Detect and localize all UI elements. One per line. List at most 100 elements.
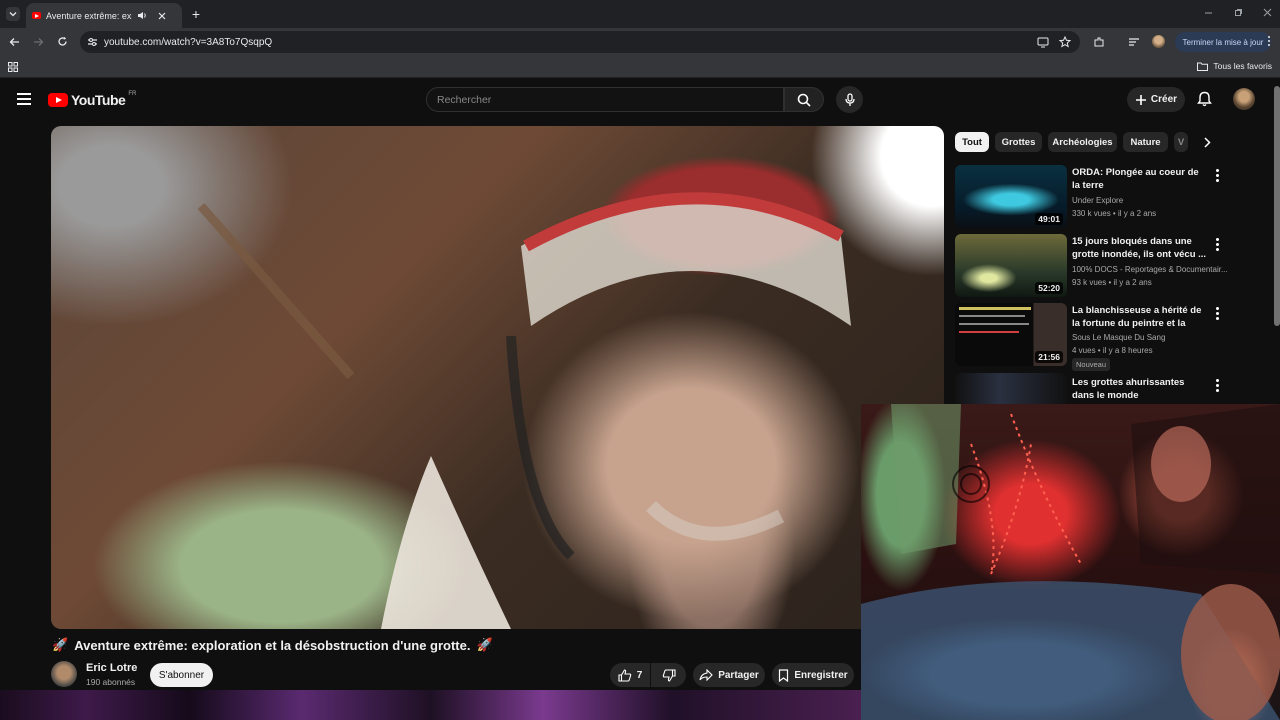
webcam-overlay [861, 404, 1280, 720]
plus-icon [1135, 94, 1146, 105]
recommendation-title[interactable]: La blanchisseuse a hérité de la fortune … [1072, 304, 1207, 330]
all-bookmarks[interactable]: Tous les favoris [1197, 61, 1272, 71]
profile-avatar-icon[interactable] [1152, 35, 1165, 48]
chevron-down-icon [9, 12, 17, 17]
recommendation-title[interactable]: 15 jours bloqués dans une grotte inondée… [1072, 235, 1207, 261]
search-icon [797, 93, 811, 107]
new-badge: Nouveau [1072, 358, 1111, 371]
save-label: Enregistrer [794, 669, 848, 681]
video-duration: 49:01 [1035, 213, 1063, 225]
bookmark-star-icon[interactable] [1059, 36, 1071, 48]
youtube-logo[interactable]: YouTube FR [48, 91, 137, 108]
minimize-icon[interactable] [1204, 8, 1213, 17]
back-icon[interactable] [9, 37, 20, 47]
recommendation-thumbnail[interactable]: 21:56 [955, 303, 1067, 366]
more-options-icon[interactable] [1216, 379, 1220, 392]
share-arrow-icon [699, 669, 713, 681]
recommendation-channel[interactable]: 100% DOCS - Reportages & Documentair... [1072, 265, 1232, 274]
bookmark-bar: Tous les favoris [0, 56, 1280, 78]
browser-toolbar: youtube.com/watch?v=3A8To7QsqpQ [0, 28, 1280, 56]
reading-list-icon[interactable] [1128, 37, 1140, 47]
chip-grottes[interactable]: Grottes [995, 132, 1042, 152]
dislike-button[interactable] [651, 663, 686, 687]
search-placeholder: Rechercher [437, 93, 492, 106]
recommendation-meta: 4 vues • il y a 8 heures [1072, 346, 1153, 355]
install-app-icon[interactable] [1037, 37, 1049, 48]
all-bookmarks-label: Tous les favoris [1213, 61, 1272, 71]
recommendation-meta: 93 k vues • il y a 2 ans [1072, 278, 1152, 287]
background-video-strip [0, 690, 862, 720]
search-button[interactable] [784, 87, 824, 112]
webcam-scene [861, 404, 1280, 720]
browser-tab[interactable]: Aventure extrême: exploration et la déso… [26, 3, 182, 28]
video-player[interactable] [51, 126, 944, 629]
save-button[interactable]: Enregistrer [772, 663, 854, 687]
video-frame [197, 192, 851, 629]
like-button[interactable]: 7 [610, 663, 650, 687]
microphone-icon [844, 92, 855, 106]
extensions-icon[interactable] [1093, 36, 1105, 48]
recommendation-channel[interactable]: Under Explore [1072, 196, 1232, 205]
update-button[interactable]: Terminer la mise à jour [1175, 32, 1271, 52]
bookmark-icon [779, 668, 789, 682]
recommendation-thumbnail[interactable] [955, 373, 1067, 404]
chip-next[interactable]: V [1174, 132, 1188, 152]
chip-nature[interactable]: Nature [1123, 132, 1168, 152]
channel-name[interactable]: Eric Lotre [86, 662, 137, 674]
share-label: Partager [718, 669, 759, 681]
recommendation-title[interactable]: ORDA: Plongée au coeur de la terre [1072, 166, 1207, 192]
video-title-row: 🚀 Aventure extrême: exploration et la dé… [52, 637, 493, 653]
youtube-play-icon [48, 93, 68, 107]
recommendation-title[interactable]: Les grottes ahurissantes dans le monde [1072, 376, 1207, 402]
close-window-icon[interactable] [1263, 8, 1272, 17]
address-bar[interactable]: youtube.com/watch?v=3A8To7QsqpQ [80, 31, 1080, 53]
create-label: Créer [1150, 94, 1178, 105]
tab-title: Aventure extrême: exploration et la déso… [46, 10, 132, 21]
rocket-emoji-icon: 🚀 [476, 637, 493, 652]
logo-text: YouTube [71, 92, 126, 108]
browser-menu-icon[interactable] [1268, 36, 1271, 46]
menu-icon[interactable] [17, 93, 31, 105]
recommendation-thumbnail[interactable]: 52:20 [955, 234, 1067, 297]
search-input[interactable]: Rechercher [426, 87, 784, 112]
notifications-bell-icon[interactable] [1197, 91, 1212, 107]
chip-archeologies[interactable]: Archéologies [1048, 132, 1117, 152]
tab-search-button[interactable] [6, 7, 20, 21]
create-button[interactable]: Créer [1127, 87, 1185, 112]
region-code: FR [128, 91, 137, 97]
thumbs-down-icon [662, 668, 676, 682]
close-tab-icon[interactable] [158, 12, 166, 20]
channel-avatar[interactable] [51, 661, 77, 687]
chevron-right-icon[interactable] [1203, 137, 1211, 148]
video-duration: 21:56 [1035, 351, 1063, 363]
forward-icon[interactable] [33, 37, 44, 47]
more-options-icon[interactable] [1216, 238, 1220, 251]
chip-tout[interactable]: Tout [955, 132, 989, 152]
account-avatar[interactable] [1233, 88, 1255, 110]
share-button[interactable]: Partager [693, 663, 765, 687]
like-count: 7 [636, 669, 643, 681]
video-title: Aventure extrême: exploration et la déso… [74, 637, 471, 653]
more-options-icon[interactable] [1216, 307, 1220, 320]
recommendation-channel[interactable]: Sous Le Masque Du Sang [1072, 333, 1232, 342]
video-duration: 52:20 [1035, 282, 1063, 294]
reload-icon[interactable] [57, 36, 68, 47]
restore-icon[interactable] [1234, 8, 1243, 17]
thumbs-up-icon [618, 668, 631, 682]
speaker-icon[interactable] [137, 11, 147, 20]
youtube-header: YouTube FR Rechercher Créer [0, 78, 1280, 122]
apps-grid-icon[interactable] [8, 62, 18, 72]
more-options-icon[interactable] [1216, 169, 1220, 182]
browser-tab-bar: Aventure extrême: exploration et la déso… [0, 0, 1280, 28]
subscribe-button[interactable]: S'abonner [150, 663, 213, 687]
recommendation-thumbnail[interactable]: 49:01 [955, 165, 1067, 228]
page-scrollbar[interactable] [1274, 86, 1280, 326]
subscriber-count: 190 abonnés [86, 677, 136, 687]
new-tab-icon[interactable]: + [190, 7, 202, 21]
recommendation-meta: 330 k vues • il y a 2 ans [1072, 209, 1157, 218]
url-text: youtube.com/watch?v=3A8To7QsqpQ [104, 36, 273, 48]
youtube-favicon-icon [32, 12, 41, 19]
rocket-emoji-icon: 🚀 [52, 637, 69, 652]
voice-search-button[interactable] [836, 86, 863, 113]
site-info-icon[interactable] [87, 37, 98, 47]
